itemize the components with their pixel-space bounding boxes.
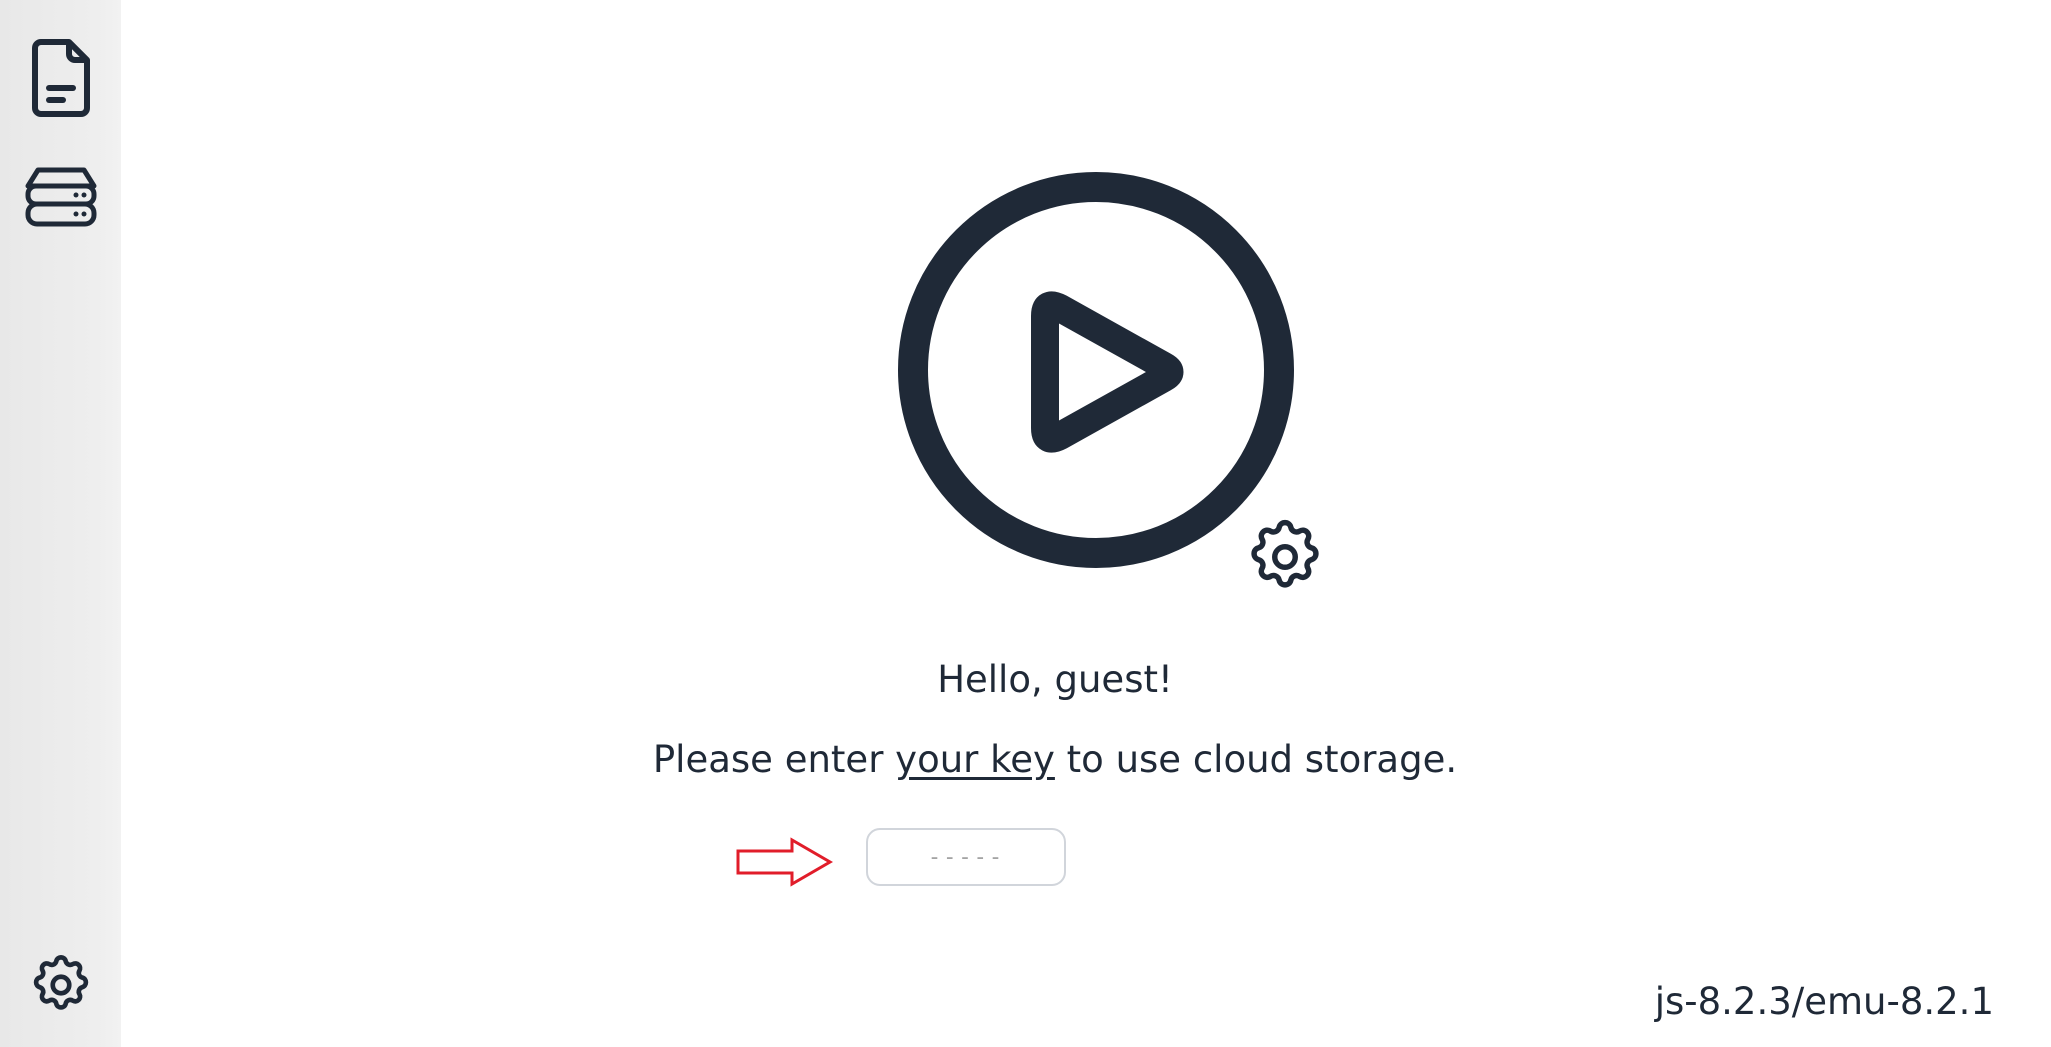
key-prompt: Please enter your key to use cloud stora… bbox=[210, 736, 1900, 784]
sidebar-item-documents[interactable] bbox=[0, 33, 121, 123]
document-icon bbox=[29, 38, 93, 118]
arrow-right-icon bbox=[734, 836, 834, 892]
storage-icon bbox=[24, 166, 98, 230]
prompt-text-after: to use cloud storage. bbox=[1054, 738, 1458, 781]
app-window: Hello, guest! Please enter your key to u… bbox=[0, 0, 2051, 1047]
gear-icon bbox=[1244, 516, 1326, 602]
version-label: js-8.2.3/emu-8.2.1 bbox=[1654, 980, 1994, 1023]
sidebar-item-settings[interactable] bbox=[0, 940, 121, 1030]
sidebar-item-storage[interactable] bbox=[0, 153, 121, 243]
greeting-text: Hello, guest! bbox=[937, 658, 1173, 701]
your-key-link[interactable]: your key bbox=[895, 738, 1055, 781]
sidebar bbox=[0, 0, 121, 1047]
prompt-text-before: Please enter bbox=[652, 738, 896, 781]
logo bbox=[770, 160, 1330, 620]
gear-icon bbox=[28, 952, 94, 1018]
key-input[interactable] bbox=[866, 828, 1066, 886]
